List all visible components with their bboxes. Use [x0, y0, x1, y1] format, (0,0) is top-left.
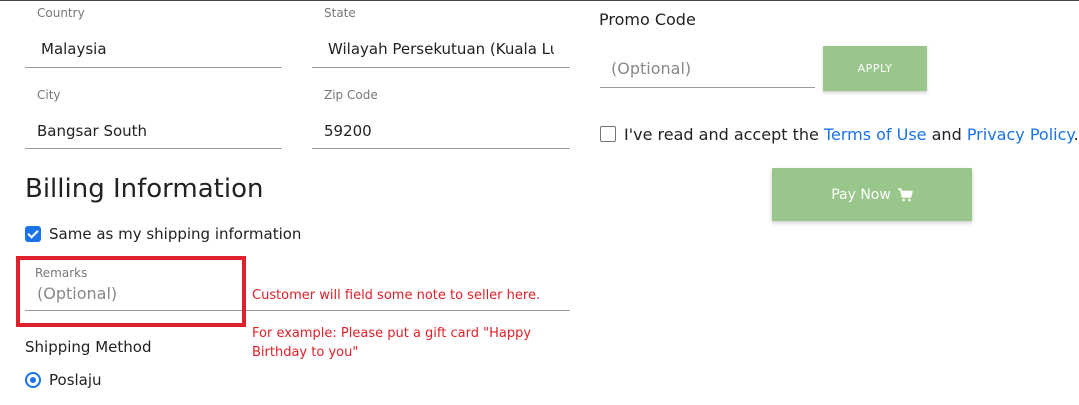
- state-label: State: [324, 6, 356, 20]
- state-underline: [312, 67, 570, 68]
- annotation-example-line-2: Birthday to you": [252, 345, 359, 360]
- country-label: Country: [37, 6, 85, 20]
- top-divider: [0, 0, 1079, 1]
- promo-code-underline: [600, 87, 815, 88]
- cart-icon: [897, 187, 913, 202]
- country-field[interactable]: Country Malaysia: [25, 4, 282, 68]
- pay-now-label: Pay Now: [831, 186, 891, 203]
- city-underline: [25, 148, 282, 149]
- pay-now-button[interactable]: Pay Now: [772, 168, 972, 221]
- promo-code-label: Promo Code: [599, 10, 696, 29]
- promo-code-field[interactable]: (Optional): [600, 52, 815, 88]
- state-value[interactable]: Wilayah Persekutuan (Kuala Lu: [328, 40, 554, 58]
- terms-row[interactable]: I've read and accept the Terms of Use an…: [600, 124, 1079, 144]
- city-label: City: [37, 88, 61, 102]
- poslaju-label: Poslaju: [49, 371, 102, 389]
- city-value[interactable]: Bangsar South: [37, 122, 147, 140]
- shipping-option-poslaju[interactable]: Poslaju: [25, 370, 102, 390]
- state-field[interactable]: State Wilayah Persekutuan (Kuala Lu: [312, 4, 570, 68]
- city-field[interactable]: City Bangsar South: [25, 86, 282, 149]
- zip-code-value[interactable]: 59200: [324, 122, 372, 140]
- same-as-shipping-row[interactable]: Same as my shipping information: [25, 224, 301, 244]
- shipping-method-label: Shipping Method: [25, 338, 152, 356]
- terms-of-use-link[interactable]: Terms of Use: [824, 125, 927, 144]
- privacy-policy-link[interactable]: Privacy Policy: [967, 125, 1074, 144]
- remarks-highlight-box: [16, 256, 246, 327]
- country-value[interactable]: Malaysia: [41, 40, 107, 58]
- promo-code-input[interactable]: (Optional): [611, 59, 691, 78]
- zip-code-field[interactable]: Zip Code 59200: [312, 86, 570, 149]
- annotation-example-line-1: For example: Please put a gift card "Hap…: [252, 326, 532, 341]
- zip-code-label: Zip Code: [324, 88, 378, 102]
- poslaju-radio[interactable]: [25, 372, 41, 388]
- same-as-shipping-checkbox[interactable]: [25, 226, 41, 242]
- terms-checkbox[interactable]: [600, 126, 616, 142]
- terms-suffix: .: [1073, 124, 1079, 144]
- zip-code-underline: [312, 148, 570, 149]
- terms-and: and: [926, 124, 967, 144]
- country-underline: [25, 67, 282, 68]
- apply-button[interactable]: APPLY: [823, 46, 927, 91]
- same-as-shipping-label: Same as my shipping information: [49, 225, 302, 243]
- terms-text: I've read and accept the Terms of Use an…: [624, 125, 1079, 144]
- terms-prefix: I've read and accept the: [624, 124, 824, 144]
- billing-title: Billing Information: [25, 174, 264, 204]
- annotation-note: Customer will field some note to seller …: [252, 288, 541, 303]
